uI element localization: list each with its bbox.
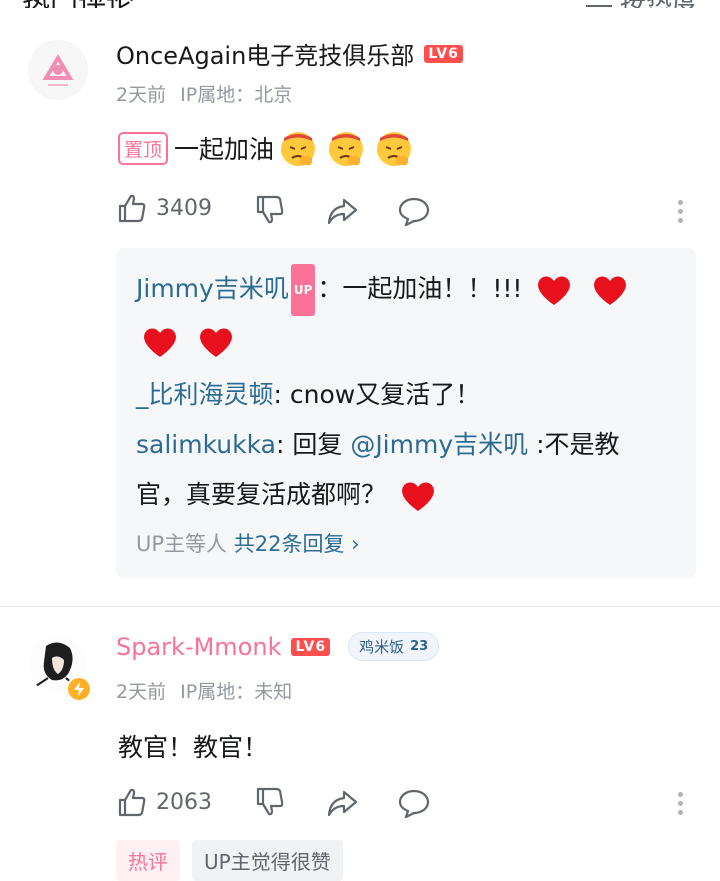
comment-bubble-icon <box>398 789 430 820</box>
comment-divider <box>0 606 720 607</box>
reply-item: Jimmy吉米叽 UP ：一起加油！！!!! <box>136 264 684 366</box>
mention-link[interactable]: @Jimmy吉米叽 <box>350 430 528 459</box>
sort-button[interactable]: 按热度 <box>585 0 698 9</box>
comment-header: OnceAgain电子竞技俱乐部 LV6 <box>116 36 463 71</box>
post-time: 2天前 <box>116 84 167 106</box>
reply-username[interactable]: _比利海灵顿 <box>136 380 274 409</box>
share-button[interactable] <box>326 788 358 822</box>
hot-comment-tag: 热评 <box>116 840 180 881</box>
username[interactable]: OnceAgain电子竞技俱乐部 <box>116 36 414 71</box>
reply-text: ：一起加油！！!!! <box>317 274 523 303</box>
comment-tags: 热评 UP主觉得很赞 <box>116 840 343 881</box>
share-icon <box>327 198 358 225</box>
ip-location: IP属地：北京 <box>180 84 293 106</box>
level-badge: LV6 <box>424 44 463 63</box>
like-count: 2063 <box>156 789 212 815</box>
comment-actions: 2063 <box>116 786 212 818</box>
reply-text: 官，真要复活成都啊？ <box>136 480 387 509</box>
comment-text: 置顶 一起加油 <box>118 128 418 168</box>
avatar[interactable] <box>28 40 88 100</box>
section-title: 热门评论 <box>22 0 134 8</box>
username[interactable]: Spark-Mmonk <box>116 633 281 661</box>
dislike-button[interactable] <box>254 786 286 822</box>
pinned-badge: 置顶 <box>118 131 169 165</box>
heart-icon <box>538 276 571 305</box>
thumbs-down-icon <box>256 195 284 224</box>
reply-button[interactable] <box>398 788 430 822</box>
more-options-button[interactable] <box>677 196 683 227</box>
like-button[interactable]: 2063 <box>116 786 212 818</box>
sort-icon <box>585 4 612 9</box>
reply-text: : cnow又复活了！ <box>273 380 481 409</box>
more-options-button[interactable] <box>677 788 683 819</box>
heart-icon <box>144 328 176 357</box>
dislike-button[interactable] <box>254 194 286 230</box>
reply-total-link[interactable]: 共22条回复 <box>234 532 345 556</box>
thumbs-down-icon <box>256 787 284 816</box>
sort-label: 按热度 <box>620 0 698 8</box>
heart-icon <box>200 328 232 357</box>
thumbs-up-icon <box>118 194 146 223</box>
reply-summary[interactable]: UP主等人 共22条回复 › <box>136 528 360 558</box>
post-time: 2天前 <box>116 681 167 703</box>
comment-meta: 2天前 IP属地：北京 <box>116 80 292 107</box>
heart-icon <box>402 482 434 511</box>
comment-bubble-icon <box>398 197 430 228</box>
reply-username[interactable]: Jimmy吉米叽 <box>136 274 289 303</box>
fan-medal[interactable]: 鸡米饭 23 <box>348 632 440 661</box>
up-badge: UP <box>290 264 316 316</box>
comment-header: Spark-Mmonk LV6 鸡米饭 23 <box>116 632 440 661</box>
chevron-right-icon: › <box>351 532 360 556</box>
share-button[interactable] <box>326 196 358 230</box>
ip-location: IP属地：未知 <box>180 681 293 703</box>
thumbs-up-icon <box>118 788 146 817</box>
like-count: 3409 <box>156 195 212 221</box>
reply-item: _比利海灵顿: cnow又复活了！ <box>136 370 684 420</box>
determined-face-icon <box>377 132 412 166</box>
reply-text: : 回复 <box>275 430 351 459</box>
reply-preview-box[interactable]: Jimmy吉米叽 UP ：一起加油！！!!! _比利海灵顿: cnow又复活了！ s… <box>116 248 696 578</box>
comment-body: 教官！教官！ <box>118 733 269 762</box>
like-button[interactable]: 3409 <box>116 192 212 224</box>
top-header: 热门评论 按热度 <box>0 0 720 8</box>
reply-summary-prefix: UP主等人 <box>136 532 228 556</box>
share-icon <box>327 790 358 817</box>
medal-name: 鸡米饭 <box>359 638 405 656</box>
level-badge: LV6 <box>291 637 331 656</box>
lightning-badge-icon <box>66 676 92 702</box>
reply-username[interactable]: salimkukka <box>136 430 276 459</box>
up-liked-tag: UP主觉得很赞 <box>192 840 343 881</box>
reply-item: salimkukka: 回复 @Jimmy吉米叽 :不是教 官，真要复活成都啊？ <box>136 420 684 520</box>
comment-body: 一起加油 <box>174 135 275 164</box>
determined-face-icon <box>329 132 364 166</box>
heart-icon <box>594 276 627 305</box>
medal-level: 23 <box>410 639 429 654</box>
reply-text: :不是教 <box>528 430 620 459</box>
reply-button[interactable] <box>398 196 430 230</box>
comment-actions: 3409 <box>116 192 212 224</box>
determined-face-icon <box>281 132 316 166</box>
comment-meta: 2天前 IP属地：未知 <box>116 677 292 704</box>
club-logo-icon <box>29 41 87 99</box>
